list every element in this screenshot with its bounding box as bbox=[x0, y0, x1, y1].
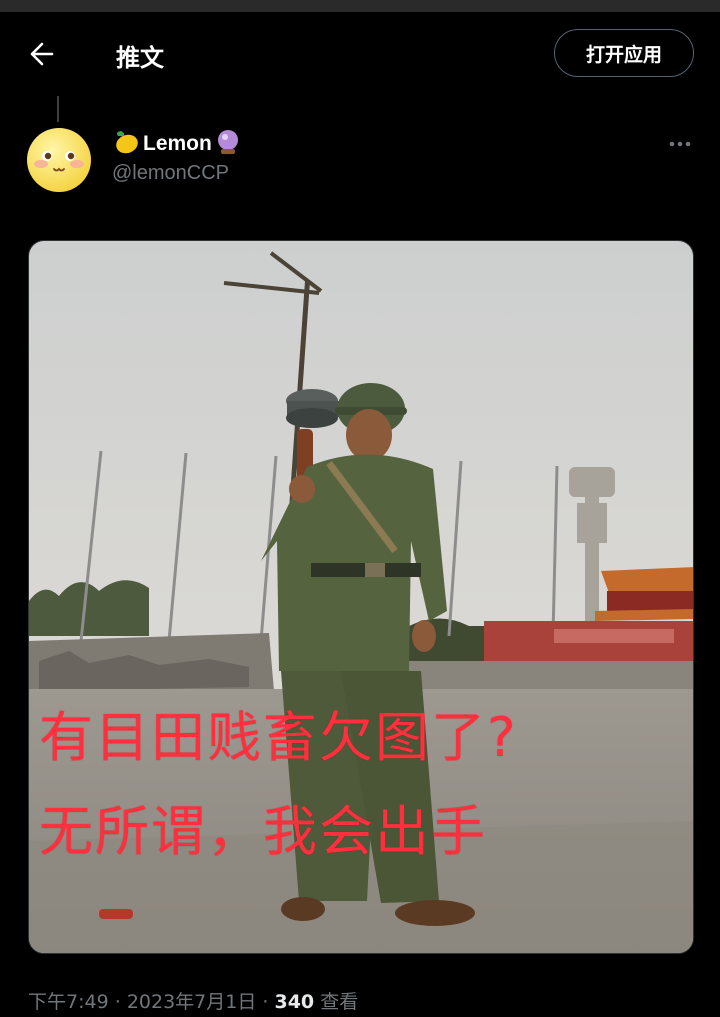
lemon-icon bbox=[112, 129, 140, 160]
tweet-date[interactable]: 2023年7月1日 bbox=[127, 991, 257, 1013]
views-label: 查看 bbox=[320, 991, 359, 1013]
thread-line bbox=[57, 96, 59, 122]
tweet-time[interactable]: 下午7:49 bbox=[28, 991, 109, 1013]
image-caption-line-1: 有目田贱畜欠图了? bbox=[39, 706, 518, 769]
views-count: 340 bbox=[274, 991, 315, 1013]
image-caption-line-2: 无所谓，我会出手 bbox=[39, 800, 487, 863]
top-bar: 推文 打开应用 bbox=[0, 12, 720, 96]
avatar[interactable] bbox=[26, 127, 92, 193]
author-name-row[interactable]: Lemon bbox=[112, 129, 241, 159]
tweet-image[interactable]: 有目田贱畜欠图了? 无所谓，我会出手 bbox=[28, 240, 694, 954]
meta-separator: · bbox=[114, 991, 121, 1013]
status-bar bbox=[0, 0, 720, 12]
ellipsis-icon[interactable] bbox=[668, 134, 692, 154]
tweet-metadata: 下午7:49 · 2023年7月1日 · 340 查看 bbox=[28, 987, 358, 1014]
open-app-button[interactable]: 打开应用 bbox=[554, 29, 694, 77]
page-title: 推文 bbox=[116, 44, 164, 72]
crystal-ball-icon bbox=[215, 128, 241, 161]
display-name: Lemon bbox=[143, 132, 212, 155]
meta-separator: · bbox=[262, 991, 269, 1013]
user-handle[interactable]: @lemonCCP bbox=[112, 162, 229, 185]
arrow-left-icon[interactable] bbox=[26, 40, 58, 68]
